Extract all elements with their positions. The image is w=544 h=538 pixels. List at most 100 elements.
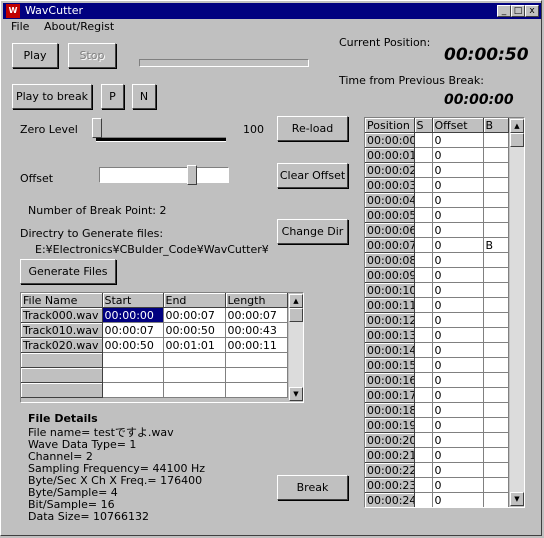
table-cell[interactable]: 00:00:03 [365, 177, 415, 193]
table-row[interactable]: 00:00:05 0 [365, 207, 509, 223]
table-row[interactable]: 00:00:20 0 [365, 432, 509, 448]
table-cell[interactable]: 00:00:01 [365, 147, 415, 163]
table-cell[interactable]: 00:00:43 [225, 322, 288, 338]
break-button[interactable]: Break [277, 475, 348, 500]
table-cell[interactable]: 00:00:22 [365, 462, 415, 478]
column-header[interactable]: S [414, 118, 433, 133]
table-cell[interactable]: 00:00:12 [365, 312, 415, 328]
table-cell[interactable] [102, 367, 164, 383]
table-cell[interactable]: 00:00:16 [365, 372, 415, 388]
menu-file[interactable]: File [11, 20, 29, 33]
table-row[interactable]: 00:00:09 0 [365, 267, 509, 283]
table-cell[interactable] [163, 352, 226, 368]
break-table[interactable]: Position S Offset B 00:00:00 0 00:00:01 0 00… [364, 117, 525, 508]
table-row[interactable]: 00:00:24 0 [365, 492, 509, 507]
table-cell[interactable] [414, 177, 433, 193]
column-header[interactable]: Start [102, 293, 164, 308]
table-cell[interactable] [414, 462, 433, 478]
table-cell[interactable] [483, 192, 509, 208]
table-cell[interactable] [483, 132, 509, 148]
table-cell[interactable]: 0 [432, 492, 484, 507]
offset-slider[interactable] [187, 165, 197, 185]
table-row[interactable]: 00:00:08 0 [365, 252, 509, 268]
table-cell[interactable] [414, 372, 433, 388]
table-cell[interactable]: Track000.wav [21, 307, 103, 323]
table-cell[interactable]: B [483, 237, 509, 253]
table-cell[interactable] [414, 147, 433, 163]
change-dir-button[interactable]: Change Dir [277, 219, 348, 244]
table-cell[interactable]: 0 [432, 417, 484, 433]
reload-button[interactable]: Re-load [277, 116, 348, 141]
table-cell[interactable]: 00:00:02 [365, 162, 415, 178]
table-cell[interactable] [414, 342, 433, 358]
table-cell[interactable]: 0 [432, 342, 484, 358]
table-cell[interactable]: 0 [432, 357, 484, 373]
table-cell[interactable] [414, 447, 433, 463]
table-cell[interactable] [483, 342, 509, 358]
table-cell[interactable] [483, 387, 509, 403]
table-cell[interactable]: 00:00:20 [365, 432, 415, 448]
table-cell[interactable]: 00:00:08 [365, 252, 415, 268]
generate-files-button[interactable]: Generate Files [20, 259, 116, 284]
table-cell[interactable]: Track010.wav [21, 322, 103, 338]
table-cell[interactable]: 0 [432, 162, 484, 178]
table-row[interactable]: 00:00:18 0 [365, 402, 509, 418]
table-cell[interactable] [21, 382, 103, 398]
table-cell[interactable]: 0 [432, 267, 484, 283]
table-cell[interactable] [163, 382, 226, 398]
table-cell[interactable]: 0 [432, 207, 484, 223]
break-table-scrollbar[interactable]: ▲ ▼ [510, 119, 524, 506]
table-cell[interactable] [483, 297, 509, 313]
table-cell[interactable] [414, 162, 433, 178]
table-cell[interactable] [414, 402, 433, 418]
column-header[interactable]: Offset [432, 118, 484, 133]
table-cell[interactable]: 0 [432, 297, 484, 313]
clear-offset-button[interactable]: Clear Offset [277, 163, 348, 188]
table-cell[interactable] [483, 162, 509, 178]
table-cell[interactable] [414, 297, 433, 313]
table-cell[interactable]: 00:00:50 [102, 337, 164, 353]
minimize-button[interactable]: _ [497, 5, 511, 17]
column-header[interactable]: Position [365, 118, 415, 133]
table-cell[interactable]: 0 [432, 192, 484, 208]
stop-button[interactable]: Stop [68, 43, 116, 68]
table-cell[interactable] [225, 382, 288, 398]
table-cell[interactable]: 00:00:07 [163, 307, 226, 323]
table-cell[interactable]: 0 [432, 147, 484, 163]
table-cell[interactable] [414, 237, 433, 253]
play-button[interactable]: Play [12, 43, 58, 68]
table-row[interactable]: 00:00:21 0 [365, 447, 509, 463]
table-row[interactable]: 00:00:14 0 [365, 342, 509, 358]
table-cell[interactable] [483, 492, 509, 507]
table-cell[interactable]: 00:00:14 [365, 342, 415, 358]
column-header[interactable]: B [483, 118, 509, 133]
table-cell[interactable]: 00:00:13 [365, 327, 415, 343]
table-cell[interactable] [483, 222, 509, 238]
table-row[interactable]: 00:00:23 0 [365, 477, 509, 493]
previous-break-button[interactable]: P [101, 84, 124, 109]
table-cell[interactable] [414, 282, 433, 298]
table-row[interactable]: 00:00:13 0 [365, 327, 509, 343]
table-cell[interactable] [414, 387, 433, 403]
table-cell[interactable] [414, 477, 433, 493]
table-cell[interactable] [414, 432, 433, 448]
table-cell[interactable]: 00:00:09 [365, 267, 415, 283]
table-cell[interactable] [102, 352, 164, 368]
table-cell[interactable] [414, 267, 433, 283]
table-row[interactable]: 00:00:06 0 [365, 222, 509, 238]
table-cell[interactable] [414, 252, 433, 268]
table-row[interactable]: 00:00:10 0 [365, 282, 509, 298]
table-cell[interactable] [483, 147, 509, 163]
table-row[interactable]: 00:00:15 0 [365, 357, 509, 373]
scroll-down-icon[interactable]: ▼ [510, 492, 524, 506]
table-row[interactable]: 00:00:16 0 [365, 372, 509, 388]
table-cell[interactable] [21, 367, 103, 383]
table-cell[interactable] [483, 372, 509, 388]
app-icon[interactable]: W [6, 4, 20, 18]
table-cell[interactable]: 0 [432, 282, 484, 298]
table-cell[interactable]: 00:00:05 [365, 207, 415, 223]
table-cell[interactable] [483, 462, 509, 478]
title-bar[interactable]: W WavCutter _ □ x [3, 3, 541, 19]
table-row[interactable]: 00:00:00 0 [365, 132, 509, 148]
menu-about-regist[interactable]: About/Regist [44, 20, 114, 33]
